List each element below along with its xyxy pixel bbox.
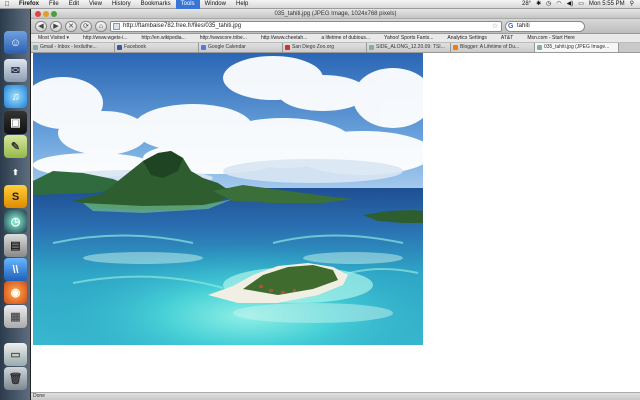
bookmark-item[interactable]: Yahoo! Sports Fants... — [377, 35, 440, 41]
status-bar: Done — [31, 392, 640, 400]
time-machine-dock-icon[interactable]: ◷ — [4, 210, 27, 233]
bookmark-item[interactable]: http://wwscore.tribe... — [193, 35, 254, 41]
gmail-favicon-icon — [33, 45, 38, 50]
tahiti-photo[interactable] — [33, 53, 423, 345]
tab-label: SIDE_ALONG_12.20.09: TSI... — [376, 44, 445, 50]
tab-label: Google Calendar — [208, 44, 246, 50]
bookmark-item[interactable]: http://www.cheetah... — [254, 35, 314, 41]
bookmark-item[interactable]: Analytics Settings — [440, 35, 493, 41]
bookmark-star-icon[interactable]: ☆ — [492, 22, 498, 31]
spotlight-icon[interactable]: ⚲ — [630, 0, 634, 9]
tab-label: 035_tahiti.jpg (JPEG Image... — [544, 44, 610, 50]
menu-firefox[interactable]: Firefox — [14, 0, 44, 9]
reload-button[interactable]: ⟳ — [80, 20, 92, 32]
tab-side-along[interactable]: SIDE_ALONG_12.20.09: TSI... — [367, 43, 451, 52]
blogger-favicon-icon — [453, 45, 458, 50]
bookmark-item[interactable]: AT&T — [494, 35, 520, 41]
search-input[interactable]: G tahiti — [505, 20, 585, 32]
tab-tahiti-image[interactable]: 035_tahiti.jpg (JPEG Image... — [535, 43, 619, 52]
applications-stack-icon[interactable]: ▦ — [4, 305, 27, 328]
url-text: http://ftambaise782.free.fr/files/035_ta… — [123, 22, 242, 29]
page-favicon-icon — [369, 45, 374, 50]
menu-edit[interactable]: Edit — [64, 0, 84, 9]
tab-gmail[interactable]: Gmail - Inbox - lexiluthe... — [31, 43, 115, 52]
tab-label: San Diego Zoo.org — [292, 44, 334, 50]
iphoto-icon[interactable]: ▣ — [4, 111, 27, 134]
image-favicon-icon — [537, 45, 542, 50]
menu-file[interactable]: File — [44, 0, 64, 9]
tab-label: Facebook — [124, 44, 146, 50]
browser-window: 035_tahiti.jpg (JPEG Image, 1024x768 pix… — [31, 9, 640, 400]
menu-window[interactable]: Window — [200, 0, 231, 9]
title-bar: 035_tahiti.jpg (JPEG Image, 1024x768 pix… — [31, 9, 640, 19]
zoom-window-button[interactable] — [51, 11, 57, 17]
menu-help[interactable]: Help — [231, 0, 253, 9]
apple-menu-icon[interactable]:  — [0, 0, 14, 9]
script-editor-icon[interactable]: ✎ — [4, 135, 27, 158]
tab-facebook[interactable]: Facebook — [115, 43, 199, 52]
search-value: tahiti — [517, 22, 530, 29]
url-bar[interactable]: http://ftambaise782.free.fr/files/035_ta… — [110, 20, 502, 32]
menu-view[interactable]: View — [84, 0, 107, 9]
menu-history[interactable]: History — [107, 0, 136, 9]
bookmark-item[interactable]: Msn.com - Start Here — [520, 35, 582, 41]
firefox-icon[interactable]: ◉ — [4, 281, 27, 304]
bookmark-item[interactable]: http://en.wikipedia... — [135, 35, 193, 41]
google-search-icon[interactable]: G — [508, 22, 513, 31]
battery-icon[interactable]: ▭ — [578, 0, 584, 9]
navigation-toolbar: ◀ ▶ ✕ ⟳ ⌂ http://ftambaise782.free.fr/fi… — [31, 19, 640, 34]
menu-bookmarks[interactable]: Bookmarks — [136, 0, 176, 9]
close-window-button[interactable] — [35, 11, 41, 17]
window-title: 035_tahiti.jpg (JPEG Image, 1024x768 pix… — [274, 11, 397, 17]
menu-tools[interactable]: Tools — [175, 0, 200, 9]
clock[interactable]: Mon 5:55 PM — [589, 0, 625, 9]
printer-icon[interactable]: ▤ — [4, 234, 27, 257]
tab-label: Gmail - Inbox - lexiluthe... — [40, 44, 97, 50]
tab-google-calendar[interactable]: Google Calendar — [199, 43, 283, 52]
menubar:  Firefox File Edit View History Bookmar… — [0, 0, 640, 9]
status-text: Done — [33, 393, 45, 399]
bookmark-item[interactable]: http://www.wgets-i... — [76, 35, 134, 41]
calendar-favicon-icon — [201, 45, 206, 50]
dock: ☺ ✉ ♫ ▣ ✎ ⬆ S ◷ ▤ \\ ◉ ▦ ▭ 🗑 — [0, 9, 31, 400]
flickr-uploadr-icon[interactable]: ⬆ — [4, 161, 27, 184]
minimize-window-button[interactable] — [43, 11, 49, 17]
forward-button[interactable]: ▶ — [50, 20, 62, 32]
documents-stack-icon[interactable]: ▭ — [4, 343, 27, 366]
zoo-favicon-icon — [285, 45, 290, 50]
utility-icon[interactable]: \\ — [4, 258, 27, 281]
stop-button[interactable]: ✕ — [65, 20, 77, 32]
page-favicon-icon — [113, 22, 120, 30]
skype-icon[interactable]: S — [4, 185, 27, 208]
bluetooth-icon[interactable]: ✱ — [536, 0, 541, 9]
tab-label: Blogger: A Lifetime of Du... — [460, 44, 520, 50]
trash-icon[interactable]: 🗑 — [4, 367, 27, 390]
facebook-favicon-icon — [117, 45, 122, 50]
tab-blogger[interactable]: Blogger: A Lifetime of Du... — [451, 43, 535, 52]
itunes-icon[interactable]: ♫ — [4, 85, 27, 108]
weather-temp[interactable]: 28° — [522, 0, 531, 9]
page-content — [31, 53, 640, 392]
bookmark-item[interactable]: a lifetime of dubious... — [314, 35, 377, 41]
volume-icon[interactable]: ◀) — [567, 0, 574, 9]
time-machine-icon[interactable]: ◷ — [546, 0, 551, 9]
home-button[interactable]: ⌂ — [95, 20, 107, 32]
bookmarks-toolbar: Most Visited ▾ http://www.wgets-i... htt… — [31, 34, 640, 43]
bookmark-most-visited[interactable]: Most Visited ▾ — [31, 35, 76, 41]
tab-san-diego-zoo[interactable]: San Diego Zoo.org — [283, 43, 367, 52]
mail-icon[interactable]: ✉ — [4, 59, 27, 82]
wifi-icon[interactable]: ◠ — [556, 0, 561, 9]
tahiti-photo-svg — [33, 53, 423, 345]
finder-icon[interactable]: ☺ — [4, 31, 27, 54]
back-button[interactable]: ◀ — [35, 20, 47, 32]
menubar-tray: 28° ✱ ◷ ◠ ◀) ▭ Mon 5:55 PM ⚲ — [522, 0, 640, 9]
tab-strip: Gmail - Inbox - lexiluthe... Facebook Go… — [31, 43, 640, 53]
